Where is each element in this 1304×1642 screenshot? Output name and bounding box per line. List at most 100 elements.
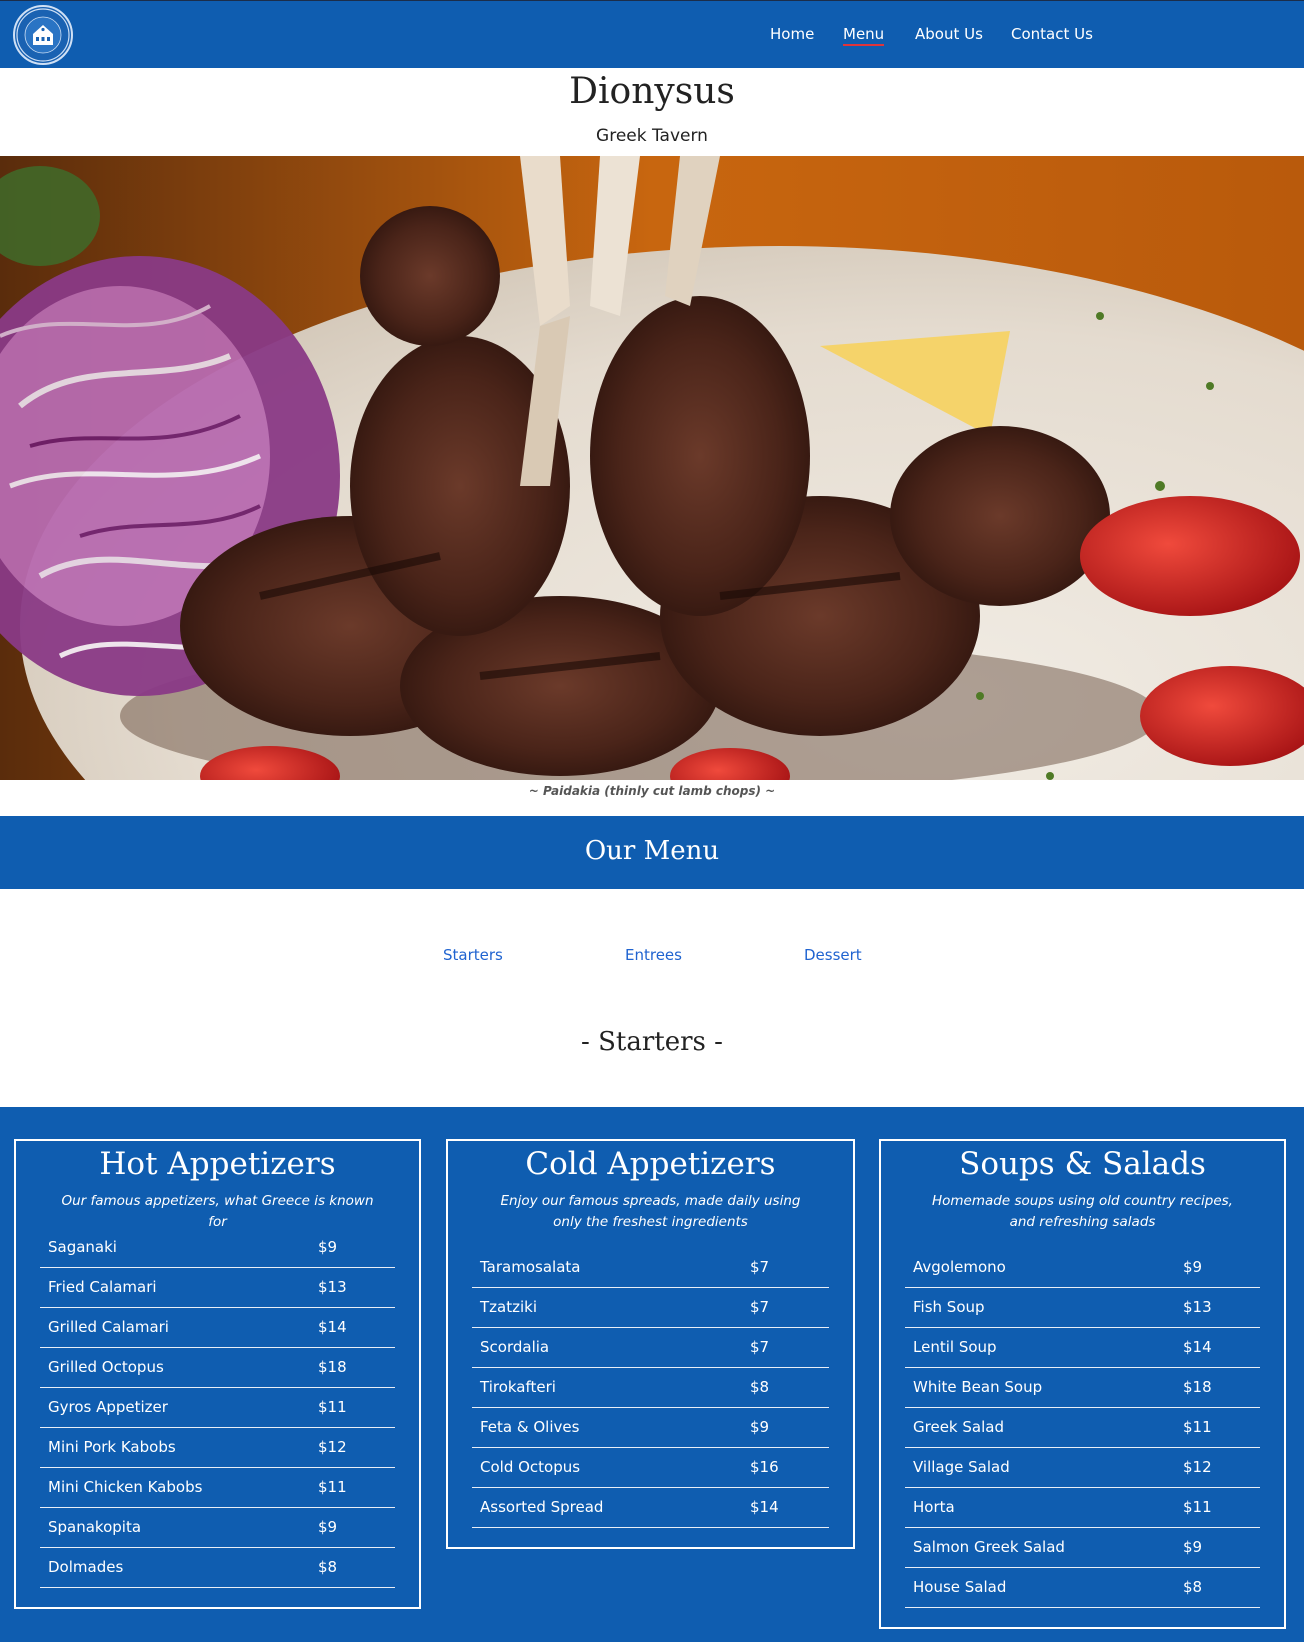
category-dessert-link[interactable]: Dessert bbox=[804, 946, 862, 964]
menu-item: Grilled Octopus $18 bbox=[40, 1348, 395, 1388]
card-description: Enjoy our famous spreads, made daily usi… bbox=[500, 1193, 801, 1230]
top-navbar: Home Menu About Us Contact Us bbox=[0, 0, 1304, 68]
card-description: Our famous appetizers, what Greece is kn… bbox=[61, 1193, 374, 1230]
item-name: Taramosalata bbox=[480, 1258, 581, 1276]
site-subtitle: Greek Tavern bbox=[596, 126, 708, 146]
item-name: Dolmades bbox=[48, 1558, 124, 1576]
item-price: $11 bbox=[1183, 1498, 1212, 1516]
soups-salads-card: Soups & Salads Homemade soups using old … bbox=[879, 1139, 1286, 1629]
our-menu-band: Our Menu bbox=[0, 816, 1304, 889]
item-price: $9 bbox=[750, 1418, 770, 1436]
category-starters-link[interactable]: Starters bbox=[443, 946, 503, 964]
menu-item: Lentil Soup $14 bbox=[905, 1328, 1260, 1368]
site-title: Dionysus bbox=[569, 71, 735, 112]
menu-item: Scordalia $7 bbox=[472, 1328, 829, 1368]
menu-item: Saganaki $9 bbox=[40, 1228, 395, 1268]
item-price: $9 bbox=[1183, 1258, 1203, 1276]
item-name: Fried Calamari bbox=[48, 1278, 157, 1296]
item-price: $12 bbox=[318, 1438, 347, 1456]
menu-item: Fried Calamari $13 bbox=[40, 1268, 395, 1308]
item-name: Grilled Calamari bbox=[48, 1318, 169, 1336]
menu-item: Mini Pork Kabobs $12 bbox=[40, 1428, 395, 1468]
item-price: $16 bbox=[750, 1458, 779, 1476]
item-name: Lentil Soup bbox=[913, 1338, 997, 1356]
item-name: Salmon Greek Salad bbox=[913, 1538, 1065, 1556]
item-list: Avgolemono $9 Fish Soup $13 Lentil Soup $14… bbox=[905, 1248, 1260, 1608]
menu-item: Village Salad $12 bbox=[905, 1448, 1260, 1488]
menu-item: Horta $11 bbox=[905, 1488, 1260, 1528]
item-name: Feta & Olives bbox=[480, 1418, 580, 1436]
item-name: Fish Soup bbox=[913, 1298, 985, 1316]
item-name: Mini Pork Kabobs bbox=[48, 1438, 176, 1456]
menu-item: Greek Salad $11 bbox=[905, 1408, 1260, 1448]
item-price: $8 bbox=[750, 1378, 770, 1396]
menu-item: Spanakopita $9 bbox=[40, 1508, 395, 1548]
cold-appetizers-card: Cold Appetizers Enjoy our famous spreads… bbox=[446, 1139, 855, 1549]
item-name: Cold Octopus bbox=[480, 1458, 581, 1476]
item-price: $9 bbox=[318, 1238, 338, 1256]
item-name: Spanakopita bbox=[48, 1518, 142, 1536]
menu-item: Tzatziki $7 bbox=[472, 1288, 829, 1328]
item-name: Tirokafteri bbox=[480, 1378, 556, 1396]
page: Home Menu About Us Contact Us Dionysus G… bbox=[0, 0, 1304, 1642]
menu-item: Tirokafteri $8 bbox=[472, 1368, 829, 1408]
item-price: $18 bbox=[318, 1358, 347, 1376]
item-name: Grilled Octopus bbox=[48, 1358, 164, 1376]
card-title: Hot Appetizers bbox=[99, 1146, 336, 1182]
menu-item: Grilled Calamari $14 bbox=[40, 1308, 395, 1348]
item-price: $14 bbox=[1183, 1338, 1212, 1356]
menu-item: Feta & Olives $9 bbox=[472, 1408, 829, 1448]
menu-item: Mini Chicken Kabobs $11 bbox=[40, 1468, 395, 1508]
menu-boards: Hot Appetizers Our famous appetizers, wh… bbox=[0, 1107, 1304, 1642]
item-price: $18 bbox=[1183, 1378, 1212, 1396]
item-price: $7 bbox=[750, 1338, 770, 1356]
menu-item: Taramosalata $7 bbox=[472, 1248, 829, 1288]
item-price: $12 bbox=[1183, 1458, 1212, 1476]
nav-about-link[interactable]: About Us bbox=[915, 25, 983, 43]
nav-links: Home Menu About Us Contact Us bbox=[0, 1, 1304, 69]
item-price: $11 bbox=[318, 1398, 347, 1416]
item-name: House Salad bbox=[913, 1578, 1007, 1596]
menu-item: Fish Soup $13 bbox=[905, 1288, 1260, 1328]
hero-caption: ~ Paidakia (thinly cut lamb chops) ~ bbox=[528, 784, 776, 798]
item-name: Horta bbox=[913, 1498, 955, 1516]
menu-item: White Bean Soup $18 bbox=[905, 1368, 1260, 1408]
item-list: Taramosalata $7 Tzatziki $7 Scordalia $7 Ti… bbox=[472, 1248, 829, 1528]
item-list: Saganaki $9 Fried Calamari $13 Grilled Cal… bbox=[40, 1228, 395, 1588]
menu-item: Dolmades $8 bbox=[40, 1548, 395, 1588]
menu-item: Salmon Greek Salad $9 bbox=[905, 1528, 1260, 1568]
item-price: $7 bbox=[750, 1298, 770, 1316]
item-price: $11 bbox=[318, 1478, 347, 1496]
item-name: Avgolemono bbox=[913, 1258, 1006, 1276]
nav-contact-link[interactable]: Contact Us bbox=[1011, 25, 1093, 43]
item-price: $9 bbox=[1183, 1538, 1203, 1556]
nav-home-link[interactable]: Home bbox=[770, 25, 814, 43]
item-name: Gyros Appetizer bbox=[48, 1398, 168, 1416]
item-name: Greek Salad bbox=[913, 1418, 1004, 1436]
hero-image bbox=[0, 156, 1304, 780]
item-price: $11 bbox=[1183, 1418, 1212, 1436]
item-price: $14 bbox=[750, 1498, 779, 1516]
item-name: Tzatziki bbox=[480, 1298, 538, 1316]
lamb-chops-photo bbox=[0, 156, 1304, 780]
menu-item: Avgolemono $9 bbox=[905, 1248, 1260, 1288]
nav-menu-link[interactable]: Menu bbox=[843, 25, 885, 46]
menu-item: Gyros Appetizer $11 bbox=[40, 1388, 395, 1428]
item-price: $13 bbox=[318, 1278, 347, 1296]
menu-item: House Salad $8 bbox=[905, 1568, 1260, 1608]
item-name: Saganaki bbox=[48, 1238, 117, 1256]
card-description: Homemade soups using old country recipes… bbox=[932, 1193, 1233, 1230]
item-price: $8 bbox=[1183, 1578, 1203, 1596]
item-name: Scordalia bbox=[480, 1338, 550, 1356]
our-menu-heading: Our Menu bbox=[584, 836, 720, 866]
item-price: $13 bbox=[1183, 1298, 1212, 1316]
item-name: White Bean Soup bbox=[913, 1378, 1043, 1396]
starters-section-title: - Starters - bbox=[581, 1027, 723, 1057]
item-price: $8 bbox=[318, 1558, 338, 1576]
item-price: $14 bbox=[318, 1318, 347, 1336]
hot-appetizers-card: Hot Appetizers Our famous appetizers, wh… bbox=[14, 1139, 421, 1609]
item-name: Village Salad bbox=[913, 1458, 1010, 1476]
item-price: $7 bbox=[750, 1258, 770, 1276]
category-entrees-link[interactable]: Entrees bbox=[625, 946, 682, 964]
card-title: Cold Appetizers bbox=[525, 1146, 776, 1182]
